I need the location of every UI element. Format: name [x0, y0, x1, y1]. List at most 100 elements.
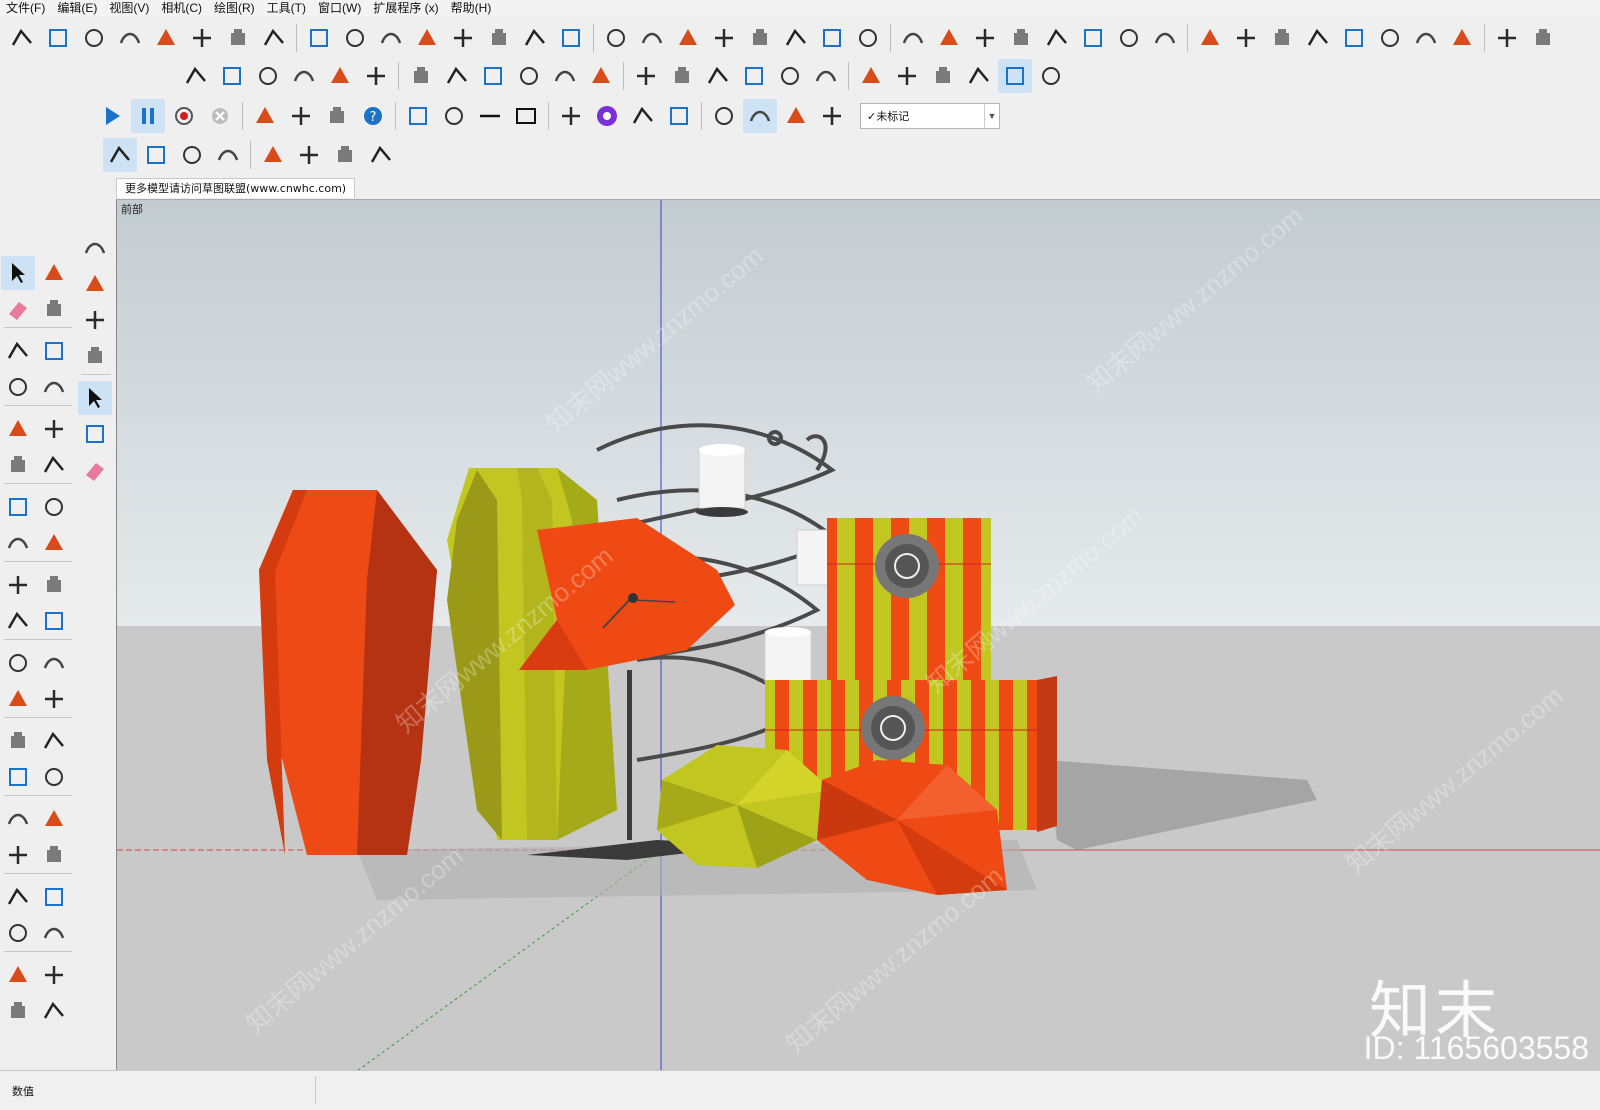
- menu-item-8[interactable]: 帮助(H): [445, 0, 498, 16]
- component-alt-icon[interactable]: [78, 417, 112, 451]
- ribbon-icon[interactable]: [512, 59, 546, 93]
- hidden-eye-icon[interactable]: [554, 99, 588, 133]
- flat-bar-icon[interactable]: [410, 21, 444, 55]
- move-icon[interactable]: [1, 526, 35, 560]
- wave-pen-icon[interactable]: [257, 21, 291, 55]
- section-plane-icon[interactable]: [37, 916, 71, 950]
- home-icon[interactable]: [1409, 21, 1443, 55]
- target-icon[interactable]: [1112, 21, 1146, 55]
- sweep-icon[interactable]: [251, 59, 285, 93]
- help-icon[interactable]: ?: [356, 99, 390, 133]
- curve-path-icon[interactable]: [221, 21, 255, 55]
- tag-dropdown[interactable]: ✓ 未标记 ▼: [860, 103, 1000, 129]
- camera-icon[interactable]: [707, 99, 741, 133]
- gear-icon[interactable]: [248, 99, 282, 133]
- scale-in-icon[interactable]: [548, 59, 582, 93]
- box-tag-icon[interactable]: [815, 99, 849, 133]
- spiral-icon[interactable]: [743, 21, 777, 55]
- stack-f-icon[interactable]: [809, 59, 843, 93]
- shop-icon[interactable]: [1445, 21, 1479, 55]
- menu-item-0[interactable]: 文件(F): [0, 0, 51, 16]
- cylinder-icon[interactable]: [359, 59, 393, 93]
- play-icon[interactable]: [95, 99, 129, 133]
- x-cut-icon[interactable]: [476, 59, 510, 93]
- chevron-down-icon[interactable]: ▼: [984, 104, 999, 128]
- pencil-icon[interactable]: [1, 334, 35, 368]
- bar-chart-icon[interactable]: [113, 21, 147, 55]
- cube-mono-icon[interactable]: [998, 59, 1032, 93]
- dash-chain-icon[interactable]: [671, 21, 705, 55]
- stop-icon[interactable]: [203, 99, 237, 133]
- orbit-icon[interactable]: [1, 760, 35, 794]
- cut-icon[interactable]: [599, 21, 633, 55]
- stack-d-icon[interactable]: [737, 59, 771, 93]
- rotate-icon[interactable]: [1, 568, 35, 602]
- film-icon[interactable]: [1076, 21, 1110, 55]
- house-3d-icon[interactable]: [1337, 21, 1371, 55]
- pen-tool-icon[interactable]: [1004, 21, 1038, 55]
- refresh-check-icon[interactable]: [328, 138, 362, 172]
- book-icon[interactable]: [968, 21, 1002, 55]
- text-icon[interactable]: [37, 682, 71, 716]
- cube-flat-icon[interactable]: [926, 59, 960, 93]
- cloud-list-icon[interactable]: [211, 138, 245, 172]
- menu-item-3[interactable]: 相机(C): [155, 0, 208, 16]
- large-tool-icon[interactable]: [5, 21, 39, 55]
- push-pull-icon[interactable]: [37, 526, 71, 560]
- download-icon[interactable]: [78, 231, 112, 265]
- line-icon[interactable]: [473, 99, 507, 133]
- follow-me-icon[interactable]: [37, 568, 71, 602]
- three-point-arc-icon[interactable]: [1, 490, 35, 524]
- purple-logo-icon[interactable]: [590, 99, 624, 133]
- menu-item-5[interactable]: 工具(T): [261, 0, 312, 16]
- pie-icon[interactable]: [37, 490, 71, 524]
- cube-shaded-icon[interactable]: [962, 59, 996, 93]
- columns-icon[interactable]: [815, 21, 849, 55]
- knife-icon[interactable]: [179, 59, 213, 93]
- house-outline-icon[interactable]: [1490, 21, 1524, 55]
- cube-iso-icon[interactable]: [890, 59, 924, 93]
- face-blue-icon[interactable]: [404, 59, 438, 93]
- smoove-icon[interactable]: [1, 994, 35, 1028]
- folder-up-icon[interactable]: [1148, 21, 1182, 55]
- box-open-icon[interactable]: [1526, 21, 1560, 55]
- pause-icon[interactable]: [131, 99, 165, 133]
- measurements-field[interactable]: [70, 1076, 316, 1104]
- extrude-icon[interactable]: [440, 59, 474, 93]
- dimension-cross-icon[interactable]: [374, 21, 408, 55]
- surface-icon[interactable]: [518, 21, 552, 55]
- freehand-icon[interactable]: [37, 334, 71, 368]
- checkbox-icon[interactable]: [1193, 21, 1227, 55]
- axes-icon[interactable]: [1, 724, 35, 758]
- pipe-icon[interactable]: [482, 21, 516, 55]
- cabinet-icon[interactable]: [1373, 21, 1407, 55]
- rotated-rect-icon[interactable]: [37, 370, 71, 404]
- cone-icon[interactable]: [437, 99, 471, 133]
- comb-icon[interactable]: [851, 21, 885, 55]
- stack-c-icon[interactable]: [701, 59, 735, 93]
- zoom-extents-icon[interactable]: [1, 838, 35, 872]
- paint-icon[interactable]: [37, 292, 71, 326]
- frame-icon[interactable]: [256, 138, 290, 172]
- cloud-wave-icon[interactable]: [103, 138, 137, 172]
- look-around-icon[interactable]: [37, 880, 71, 914]
- warehouse-icon[interactable]: [78, 267, 112, 301]
- dimension-line-icon[interactable]: [77, 21, 111, 55]
- menu-item-4[interactable]: 绘图(R): [208, 0, 261, 16]
- line-divider-icon[interactable]: [185, 21, 219, 55]
- cube-wire-icon[interactable]: [854, 59, 888, 93]
- camera-move-icon[interactable]: [662, 99, 696, 133]
- stack-e-icon[interactable]: [773, 59, 807, 93]
- refresh-icon[interactable]: [1301, 21, 1335, 55]
- dome-icon[interactable]: [635, 21, 669, 55]
- film-strip-icon[interactable]: [284, 99, 318, 133]
- mirror-icon[interactable]: [896, 21, 930, 55]
- box-orange-icon[interactable]: [323, 59, 357, 93]
- rectangle-ruler-icon[interactable]: [41, 21, 75, 55]
- polygon-icon[interactable]: [37, 412, 71, 446]
- sandbox-from-scratch-icon[interactable]: [37, 958, 71, 992]
- scale-icon[interactable]: [1, 604, 35, 638]
- record-icon[interactable]: [167, 99, 201, 133]
- cube-blue-icon[interactable]: [1034, 59, 1068, 93]
- ruler-icon[interactable]: [215, 59, 249, 93]
